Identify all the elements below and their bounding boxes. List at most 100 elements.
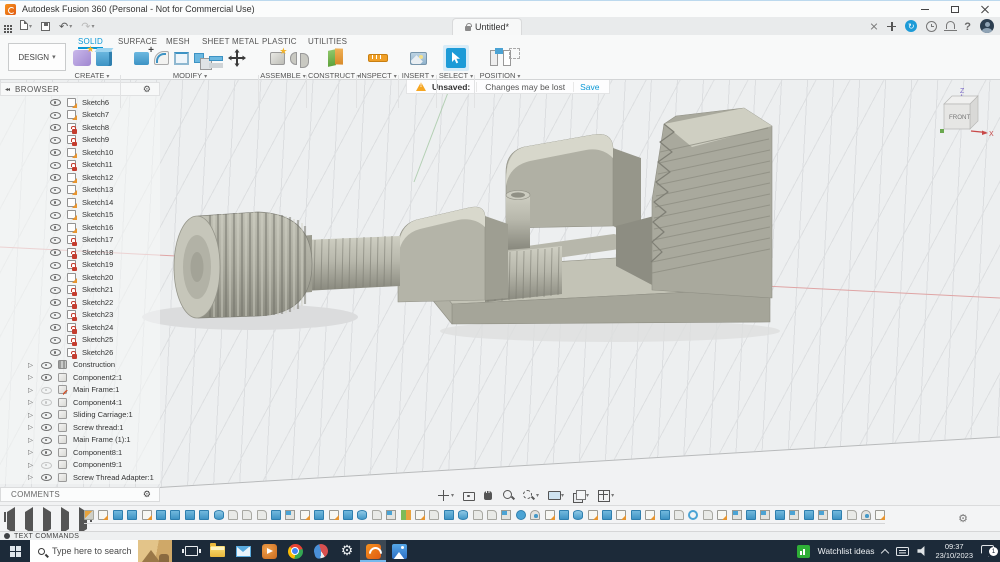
collapse-panel-icon[interactable]: [5, 86, 9, 93]
timeline-feature-sketch-icon[interactable]: [414, 510, 425, 520]
document-tab[interactable]: Untitled*: [452, 18, 523, 35]
joint-icon[interactable]: [289, 51, 309, 68]
visibility-eye-icon[interactable]: [41, 398, 52, 407]
display-settings-icon[interactable]: [548, 490, 564, 501]
start-button[interactable]: [0, 540, 30, 562]
browser-sketch-row[interactable]: Sketch26: [0, 346, 160, 359]
visibility-eye-icon[interactable]: [50, 298, 61, 307]
minimize-button[interactable]: [910, 1, 940, 18]
help-icon[interactable]: [964, 17, 971, 35]
save-link[interactable]: Save: [580, 82, 599, 92]
timeline-feature-eraser-icon[interactable]: [84, 510, 94, 520]
close-button[interactable]: [970, 1, 1000, 18]
taskbar-search-box[interactable]: Type here to search: [30, 540, 172, 562]
timeline-feature-extrude-icon[interactable]: [832, 510, 843, 520]
keyboard-tray-icon[interactable]: [896, 546, 910, 556]
timeline-feature-extrude-icon[interactable]: [155, 510, 166, 520]
view-cube[interactable]: Z FRONT X: [930, 84, 996, 144]
browser-item-label[interactable]: Sketch14: [82, 198, 113, 207]
timeline-feature-sketch-icon[interactable]: [299, 510, 310, 520]
visibility-eye-icon[interactable]: [50, 198, 61, 207]
browser-item-label[interactable]: Main Frame:1: [73, 385, 119, 394]
visibility-eye-icon[interactable]: [50, 211, 61, 219]
visibility-eye-icon[interactable]: [50, 123, 61, 132]
create-primitive-icon[interactable]: [95, 50, 112, 66]
visibility-eye-icon[interactable]: [50, 136, 61, 144]
visibility-eye-icon[interactable]: [50, 261, 61, 269]
visibility-eye-icon[interactable]: [50, 348, 61, 357]
browser-sketch-row[interactable]: Sketch13: [0, 184, 160, 197]
browser-sketch-row[interactable]: Sketch18: [0, 246, 160, 259]
taskbar-app-chrome[interactable]: [282, 540, 308, 562]
shell-icon[interactable]: [174, 51, 189, 65]
browser-item-label[interactable]: Component4:1: [73, 398, 122, 407]
taskbar-app-media-app[interactable]: [256, 540, 282, 562]
visibility-eye-icon[interactable]: [50, 273, 61, 282]
expand-arrow-icon[interactable]: [28, 461, 35, 469]
step-back-icon[interactable]: [25, 507, 35, 534]
visibility-eye-icon[interactable]: [41, 423, 52, 432]
timeline-feature-doc-icon[interactable]: [227, 510, 238, 520]
expand-arrow-icon[interactable]: [28, 473, 35, 481]
browser-item-label[interactable]: Sketch22: [82, 298, 113, 307]
timeline-feature-joint-icon[interactable]: [861, 510, 872, 520]
timeline-feature-extrude-icon[interactable]: [803, 510, 814, 520]
visibility-eye-icon[interactable]: [50, 111, 61, 119]
pan-hand-icon[interactable]: [483, 489, 494, 501]
browser-node-row[interactable]: Main Frame:1: [0, 384, 160, 397]
workspace-switcher[interactable]: DESIGN: [8, 43, 66, 71]
press-pull-icon[interactable]: [134, 45, 154, 65]
go-to-start-icon[interactable]: [4, 507, 17, 534]
visibility-eye-icon[interactable]: [50, 236, 61, 244]
taskbar-app-fusion-360[interactable]: [360, 540, 386, 562]
comments-gear-icon[interactable]: [143, 489, 151, 500]
step-forward-icon[interactable]: [61, 507, 71, 534]
ribbon-tab-sheet-metal[interactable]: SHEET METAL: [202, 37, 259, 46]
select-menu[interactable]: SELECT: [438, 71, 474, 80]
timeline-feature-extrude-icon[interactable]: [630, 510, 641, 520]
combine-icon[interactable]: [194, 53, 212, 70]
browser-sketch-row[interactable]: Sketch24: [0, 321, 160, 334]
zoom-icon[interactable]: [503, 489, 514, 501]
grid-and-snaps-icon[interactable]: [573, 489, 589, 503]
browser-item-label[interactable]: Sketch21: [82, 285, 113, 294]
browser-item-label[interactable]: Sketch13: [82, 185, 113, 194]
move-copy-icon[interactable]: [228, 49, 246, 67]
browser-node-row[interactable]: Screw thread:1: [0, 421, 160, 434]
timeline-feature-sketch-icon[interactable]: [875, 510, 886, 520]
browser-node-row[interactable]: Main Frame (1):1: [0, 434, 160, 447]
expand-arrow-icon[interactable]: [28, 398, 35, 406]
browser-sketch-row[interactable]: Sketch11: [0, 159, 160, 172]
timeline-feature-extrude-icon[interactable]: [199, 510, 210, 520]
timeline-feature-sketch-icon[interactable]: [717, 510, 728, 520]
timeline-feature-joint-icon[interactable]: [530, 510, 541, 520]
expand-arrow-icon[interactable]: [28, 411, 35, 419]
timeline-feature-flag-icon[interactable]: [817, 510, 828, 520]
create-menu[interactable]: CREATE: [66, 71, 118, 80]
browser-sketch-row[interactable]: Sketch8: [0, 121, 160, 134]
tray-app-icon[interactable]: [796, 544, 810, 558]
timeline-feature-doc-icon[interactable]: [472, 510, 483, 520]
assemble-menu[interactable]: ASSEMBLE: [260, 71, 306, 80]
browser-item-label[interactable]: Sketch23: [82, 310, 113, 319]
timeline-feature-sketch-icon[interactable]: [616, 510, 627, 520]
position-menu[interactable]: POSITION: [476, 71, 524, 80]
timeline-feature-flag-icon[interactable]: [285, 510, 296, 520]
visibility-eye-icon[interactable]: [50, 311, 61, 319]
visibility-eye-icon[interactable]: [50, 161, 61, 169]
browser-item-label[interactable]: Sliding Carriage:1: [73, 410, 133, 419]
undo-icon[interactable]: [59, 17, 72, 35]
browser-sketch-row[interactable]: Sketch16: [0, 221, 160, 234]
visibility-eye-icon[interactable]: [50, 248, 61, 257]
browser-sketch-row[interactable]: Sketch12: [0, 171, 160, 184]
timeline-feature-extrude-icon[interactable]: [271, 510, 282, 520]
browser-node-row[interactable]: Sliding Carriage:1: [0, 409, 160, 422]
fit-icon[interactable]: [523, 489, 539, 501]
timeline-feature-flag-icon[interactable]: [760, 510, 771, 520]
save-icon[interactable]: [41, 21, 51, 31]
browser-item-label[interactable]: Screw Thread Adapter:1: [73, 473, 154, 482]
browser-sketch-row[interactable]: Sketch23: [0, 309, 160, 322]
browser-item-label[interactable]: Sketch20: [82, 273, 113, 282]
browser-item-label[interactable]: Sketch16: [82, 223, 113, 232]
taskbar-app-settings[interactable]: [334, 540, 360, 562]
